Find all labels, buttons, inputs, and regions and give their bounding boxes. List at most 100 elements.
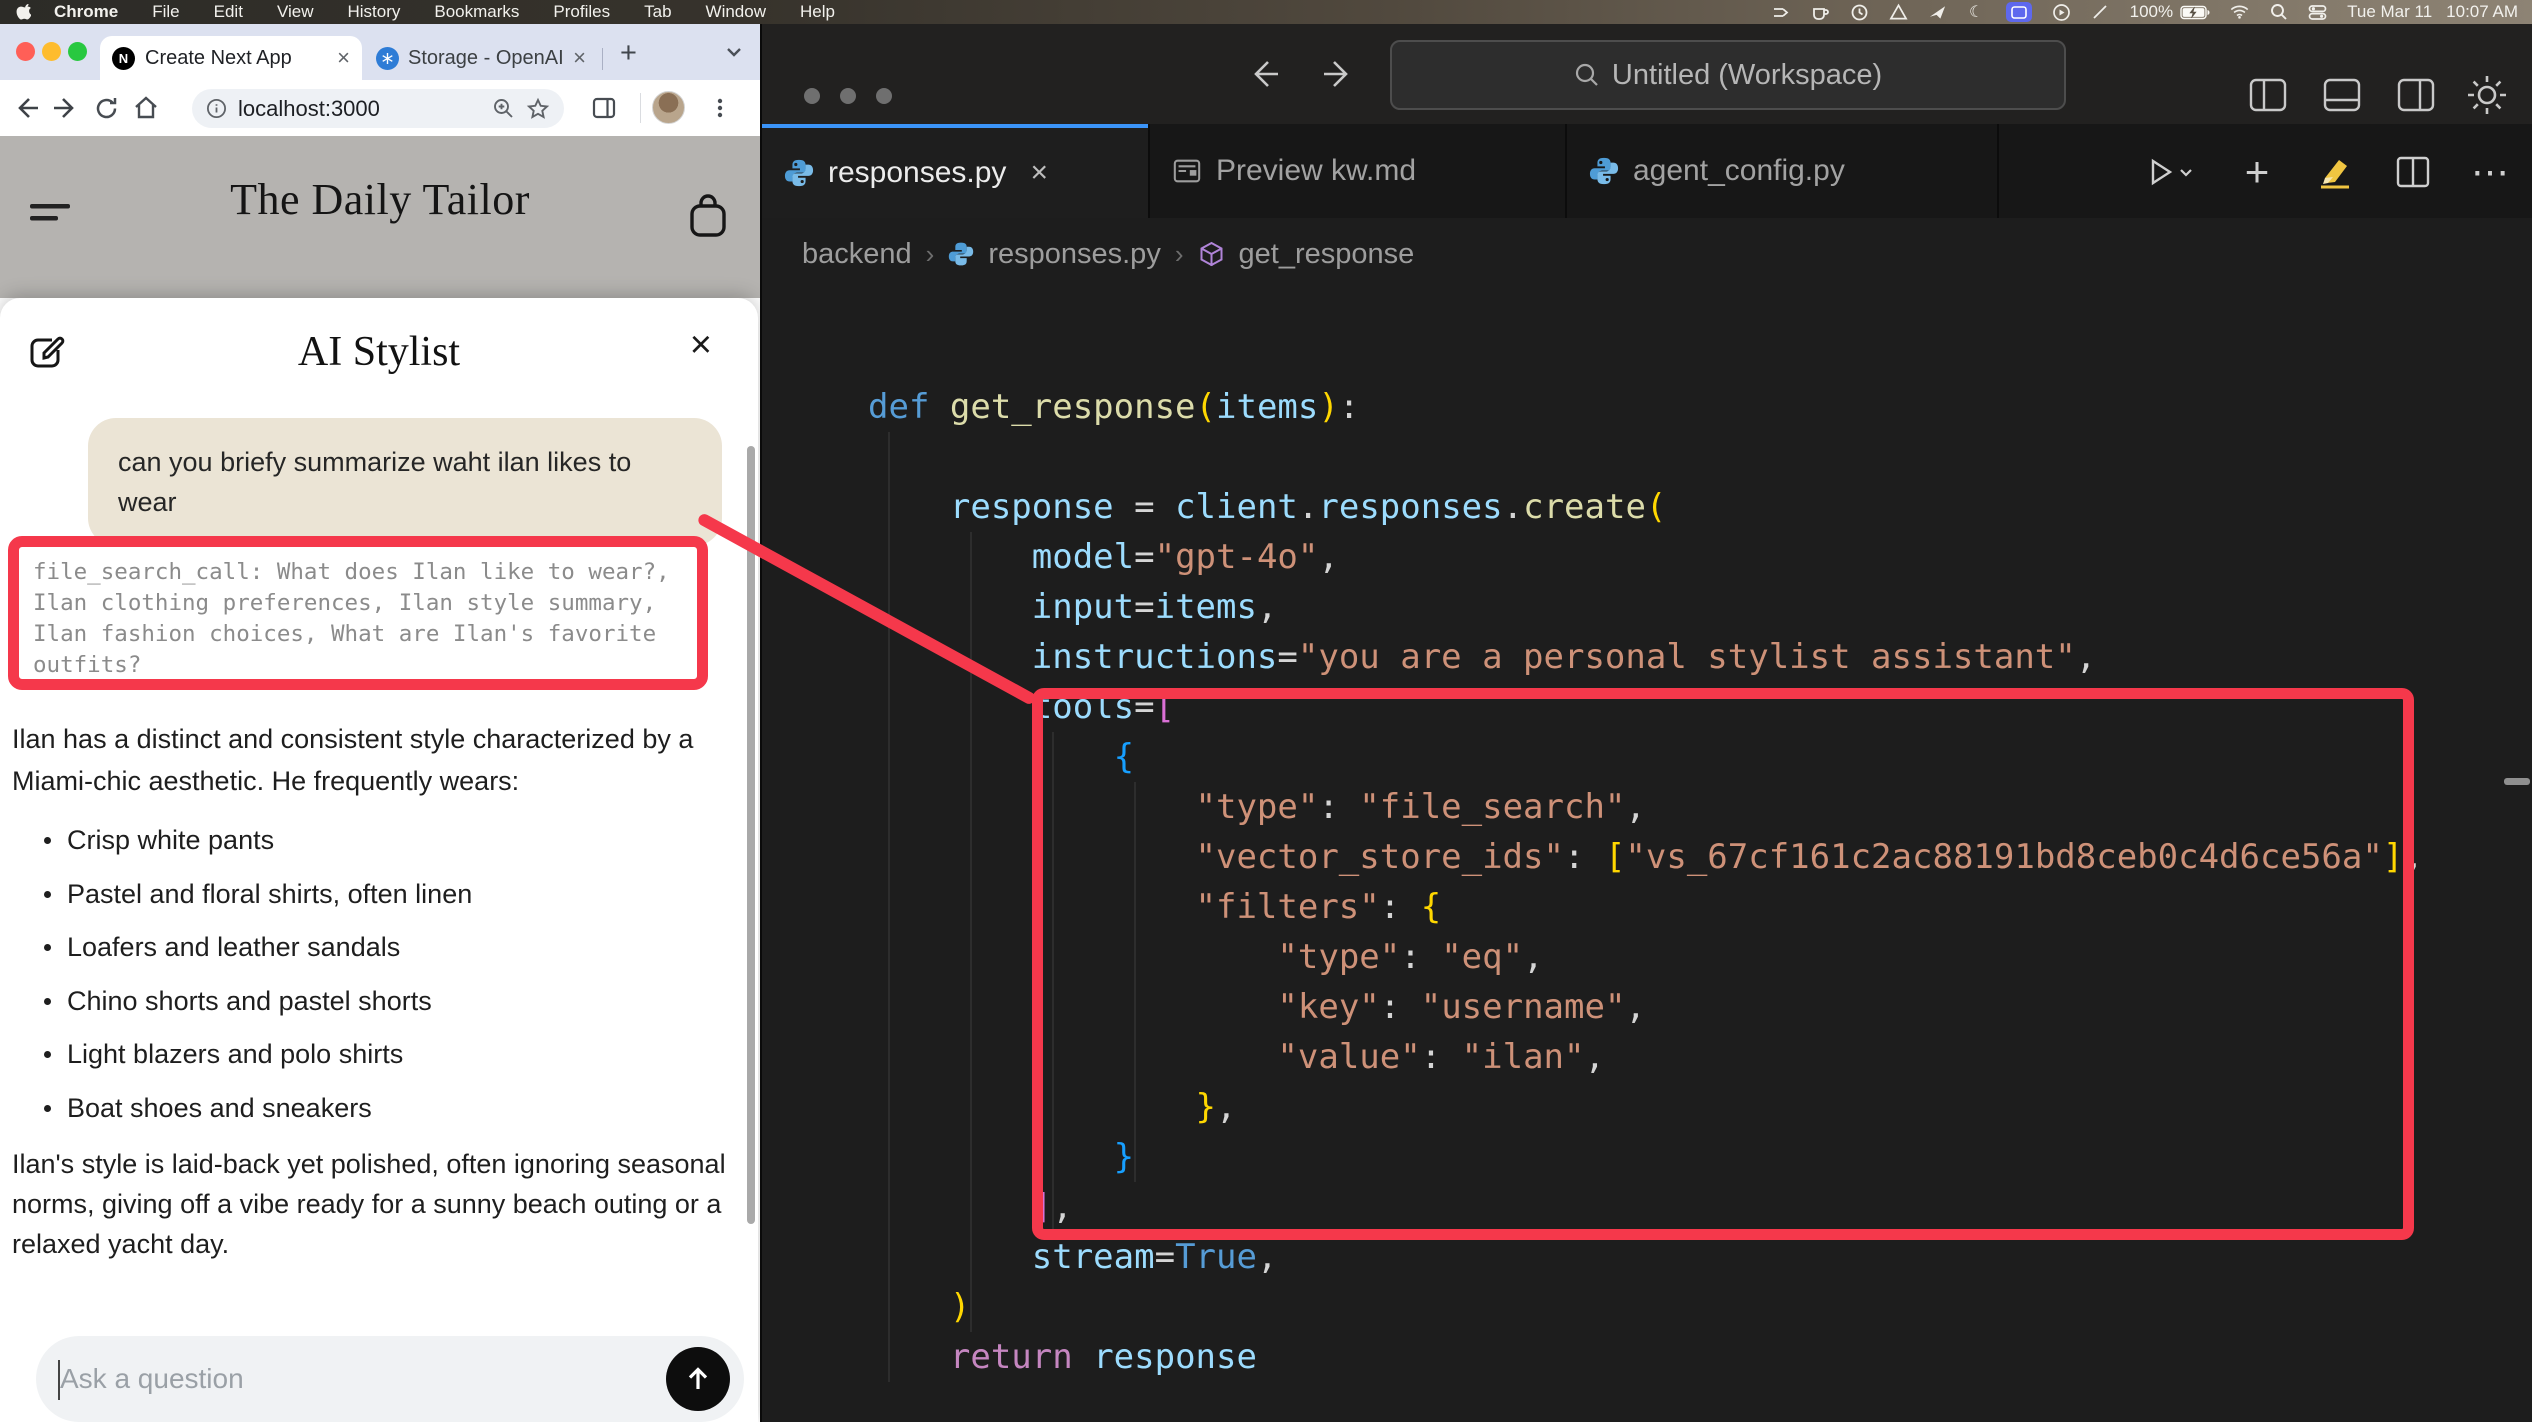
zoom-window-button[interactable] bbox=[68, 42, 87, 61]
close-chat-icon[interactable]: × bbox=[690, 326, 712, 364]
clock-icon[interactable] bbox=[1850, 3, 1869, 22]
run-button[interactable] bbox=[2134, 148, 2204, 196]
ai-highlighter-icon[interactable] bbox=[2310, 148, 2360, 196]
profile-avatar[interactable] bbox=[652, 91, 685, 124]
menu-item-history[interactable]: History bbox=[330, 0, 417, 24]
cart-bag-icon[interactable] bbox=[688, 194, 728, 240]
forward-button[interactable] bbox=[46, 88, 86, 128]
window-dot[interactable] bbox=[840, 88, 856, 104]
question-input[interactable] bbox=[60, 1346, 600, 1412]
zoom-icon[interactable] bbox=[492, 97, 515, 120]
bullet-item: Light blazers and polo shirts bbox=[44, 1028, 724, 1082]
play-circle-icon[interactable] bbox=[2052, 3, 2071, 22]
menu-item-file[interactable]: File bbox=[135, 0, 196, 24]
menubar-time: 10:07 AM bbox=[2446, 2, 2518, 22]
toggle-left-panel-icon[interactable] bbox=[2248, 76, 2288, 114]
menu-item-bookmarks[interactable]: Bookmarks bbox=[417, 0, 536, 24]
nextjs-favicon: N bbox=[112, 47, 135, 70]
minimize-window-button[interactable] bbox=[42, 42, 61, 61]
tab-storage-openai[interactable]: Storage - OpenAI A × bbox=[368, 36, 594, 80]
breadcrumb-folder[interactable]: backend bbox=[802, 238, 912, 271]
back-button[interactable] bbox=[6, 88, 46, 128]
spotlight-search-icon[interactable] bbox=[2269, 3, 2288, 22]
menubar-status: ☾ 100% Tue Mar 11 10:07 AM bbox=[1772, 0, 2518, 24]
editor-tab-responses[interactable]: responses.py × bbox=[762, 124, 1148, 218]
triangle-icon[interactable] bbox=[1889, 3, 1908, 22]
bookmark-star-icon[interactable] bbox=[526, 97, 550, 121]
screen: ChromeFileEditViewHistoryBookmarksProfil… bbox=[0, 0, 2532, 1422]
toggle-right-panel-icon[interactable] bbox=[2396, 76, 2436, 114]
python-icon bbox=[784, 158, 814, 188]
new-editor-button[interactable]: + bbox=[2232, 148, 2282, 196]
history-forward-icon[interactable] bbox=[1318, 54, 1358, 94]
editor-scrollbar[interactable] bbox=[2504, 778, 2530, 785]
cup-icon[interactable] bbox=[1811, 3, 1830, 22]
window-dot[interactable] bbox=[804, 88, 820, 104]
wifi-icon[interactable] bbox=[2230, 3, 2249, 22]
new-tab-button[interactable]: + bbox=[620, 37, 637, 70]
window-dot[interactable] bbox=[876, 88, 892, 104]
settings-gear-icon[interactable] bbox=[2464, 72, 2510, 118]
bullet-item: Loafers and leather sandals bbox=[44, 921, 724, 975]
chat-scrollbar[interactable] bbox=[747, 446, 755, 1224]
editor-titlebar: Untitled (Workspace) bbox=[762, 24, 2532, 124]
symbol-method-icon bbox=[1198, 241, 1225, 268]
home-button[interactable] bbox=[126, 88, 166, 128]
close-tab-icon[interactable]: × bbox=[573, 47, 586, 69]
menu-item-chrome[interactable]: Chrome bbox=[37, 0, 135, 24]
moon-icon[interactable]: ☾ bbox=[1967, 3, 1986, 22]
assistant-intro: Ilan has a distinct and consistent style… bbox=[12, 718, 732, 802]
ai-stylist-panel: AI Stylist × can you briefy summarize wa… bbox=[0, 298, 758, 1422]
send-button[interactable] bbox=[666, 1347, 730, 1411]
shortcuts-icon[interactable] bbox=[1772, 3, 1791, 22]
breadcrumb: backend › responses.py › get_response bbox=[802, 226, 1414, 282]
bullet-item: Crisp white pants bbox=[44, 814, 724, 868]
address-bar[interactable]: localhost:3000 bbox=[192, 89, 564, 128]
menubar-menus: ChromeFileEditViewHistoryBookmarksProfil… bbox=[0, 0, 852, 24]
url-text[interactable]: localhost:3000 bbox=[238, 96, 481, 122]
menu-item-tab[interactable]: Tab bbox=[627, 0, 688, 24]
battery-status[interactable]: 100% bbox=[2130, 2, 2210, 22]
close-tab-icon[interactable]: × bbox=[1030, 156, 1048, 190]
code-line: model="gpt-4o", bbox=[868, 532, 2424, 582]
macos-menubar: ChromeFileEditViewHistoryBookmarksProfil… bbox=[0, 0, 2532, 24]
more-actions-icon[interactable]: ⋯ bbox=[2462, 148, 2518, 196]
chevron-right-icon: › bbox=[1175, 239, 1184, 270]
tab-label: Storage - OpenAI A bbox=[408, 47, 564, 70]
screen-mirroring-icon[interactable] bbox=[2006, 2, 2032, 22]
menu-item-edit[interactable]: Edit bbox=[197, 0, 260, 24]
origami-icon[interactable] bbox=[1928, 3, 1947, 22]
wand-icon[interactable] bbox=[2091, 3, 2110, 22]
history-back-icon[interactable] bbox=[1244, 54, 1284, 94]
menu-item-profiles[interactable]: Profiles bbox=[536, 0, 627, 24]
tab-separator bbox=[602, 48, 603, 70]
menu-item-help[interactable]: Help bbox=[783, 0, 852, 24]
close-tab-icon[interactable]: × bbox=[337, 47, 350, 69]
chrome-window: N Create Next App × Storage - OpenAI A ×… bbox=[0, 24, 760, 1422]
breadcrumb-file[interactable]: responses.py bbox=[988, 238, 1161, 271]
menubar-clock[interactable]: Tue Mar 11 10:07 AM bbox=[2347, 2, 2518, 22]
menu-item-window[interactable]: Window bbox=[689, 0, 783, 24]
editor-tab-preview[interactable]: Preview kw.md bbox=[1150, 124, 1565, 218]
menu-item-view[interactable]: View bbox=[260, 0, 331, 24]
bullet-item: Pastel and floral shirts, often linen bbox=[44, 868, 724, 922]
editor-tab-agent-config[interactable]: agent_config.py bbox=[1567, 124, 1997, 218]
control-center-icon[interactable] bbox=[2308, 3, 2327, 22]
tab-separator bbox=[1997, 124, 1999, 218]
reload-button[interactable] bbox=[86, 88, 126, 128]
tab-create-next-app[interactable]: N Create Next App × bbox=[100, 36, 362, 80]
user-message: can you briefy summarize waht ilan likes… bbox=[88, 418, 722, 546]
apple-icon[interactable] bbox=[16, 4, 31, 21]
markdown-preview-icon bbox=[1172, 156, 1202, 186]
python-icon bbox=[1589, 156, 1619, 186]
split-editor-icon[interactable] bbox=[2388, 148, 2438, 196]
toggle-bottom-panel-icon[interactable] bbox=[2322, 76, 2362, 114]
close-window-button[interactable] bbox=[16, 42, 35, 61]
workspace-search[interactable]: Untitled (Workspace) bbox=[1390, 40, 2066, 110]
side-panel-icon[interactable] bbox=[584, 88, 624, 128]
site-info-icon[interactable] bbox=[206, 98, 227, 119]
breadcrumb-symbol[interactable]: get_response bbox=[1239, 238, 1415, 271]
chrome-menu-icon[interactable] bbox=[700, 88, 740, 128]
tab-search-chevron-icon[interactable] bbox=[722, 40, 746, 64]
chrome-tabstrip: N Create Next App × Storage - OpenAI A ×… bbox=[0, 24, 760, 80]
